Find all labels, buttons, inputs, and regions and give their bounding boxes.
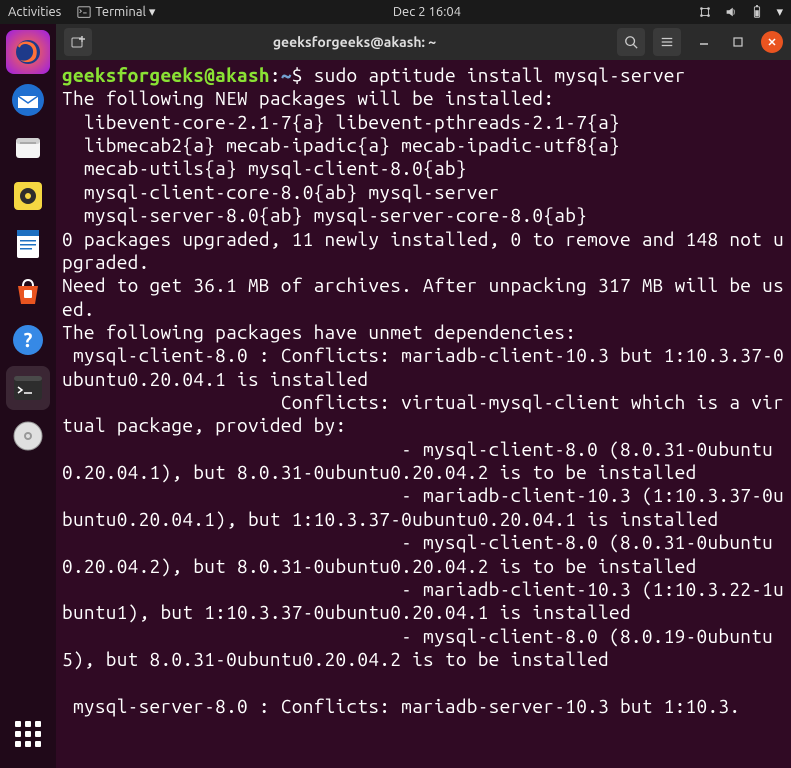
terminal-output[interactable]: geeksforgeeks@akash:~$ sudo aptitude ins…: [56, 60, 791, 768]
writer-icon: [10, 226, 46, 262]
terminal-app-icon: [10, 370, 46, 406]
dock: ?: [0, 24, 56, 768]
network-icon: [698, 5, 712, 19]
terminal-window: geeksforgeeks@akash: ~ geeksforgeeks@aka…: [56, 24, 791, 768]
system-tray[interactable]: ▾: [698, 5, 783, 20]
firefox-icon: [12, 36, 44, 68]
disk-icon: [10, 418, 46, 454]
activities-button[interactable]: Activities: [8, 5, 61, 19]
svg-text:?: ?: [24, 328, 33, 351]
menu-button[interactable]: [653, 28, 681, 56]
dock-files[interactable]: [6, 126, 50, 170]
hamburger-icon: [660, 35, 674, 49]
minimize-icon: [699, 37, 709, 47]
dock-rhythmbox[interactable]: [6, 174, 50, 218]
window-title: geeksforgeeks@akash: ~: [100, 34, 609, 50]
dock-help[interactable]: ?: [6, 318, 50, 362]
clock[interactable]: Dec 2 16:04: [155, 5, 698, 19]
dock-disk[interactable]: [6, 414, 50, 458]
search-icon: [624, 35, 638, 49]
terminal-icon: [77, 5, 91, 19]
dock-firefox[interactable]: [6, 30, 50, 74]
close-button[interactable]: [761, 31, 783, 53]
rhythmbox-icon: [10, 178, 46, 214]
thunderbird-icon: [10, 82, 46, 118]
command-text: sudo aptitude install mysql-server: [314, 64, 686, 86]
show-applications[interactable]: [6, 712, 50, 756]
prompt-user: geeksforgeeks@akash: [62, 64, 270, 86]
search-button[interactable]: [617, 28, 645, 56]
minimize-button[interactable]: [693, 31, 715, 53]
prompt-sep: :: [270, 64, 281, 86]
dock-thunderbird[interactable]: [6, 78, 50, 122]
app-menu[interactable]: Terminal ▾: [77, 5, 155, 20]
chevron-down-icon: ▾: [776, 5, 783, 20]
prompt-symbol: $: [292, 64, 303, 86]
dock-writer[interactable]: [6, 222, 50, 266]
titlebar[interactable]: geeksforgeeks@akash: ~: [56, 24, 791, 60]
dock-software[interactable]: [6, 270, 50, 314]
files-icon: [10, 130, 46, 166]
help-icon: ?: [10, 322, 46, 358]
output-lines: The following NEW packages will be insta…: [62, 87, 784, 716]
maximize-icon: [733, 37, 743, 47]
battery-icon: [750, 5, 764, 19]
maximize-button[interactable]: [727, 31, 749, 53]
new-tab-button[interactable]: [64, 28, 92, 56]
prompt-path: ~: [281, 64, 292, 86]
new-tab-icon: [70, 34, 86, 50]
volume-icon: [724, 5, 738, 19]
software-icon: [10, 274, 46, 310]
close-icon: [767, 37, 777, 47]
top-panel: Activities Terminal ▾ Dec 2 16:04 ▾: [0, 0, 791, 24]
dock-terminal[interactable]: [6, 366, 50, 410]
